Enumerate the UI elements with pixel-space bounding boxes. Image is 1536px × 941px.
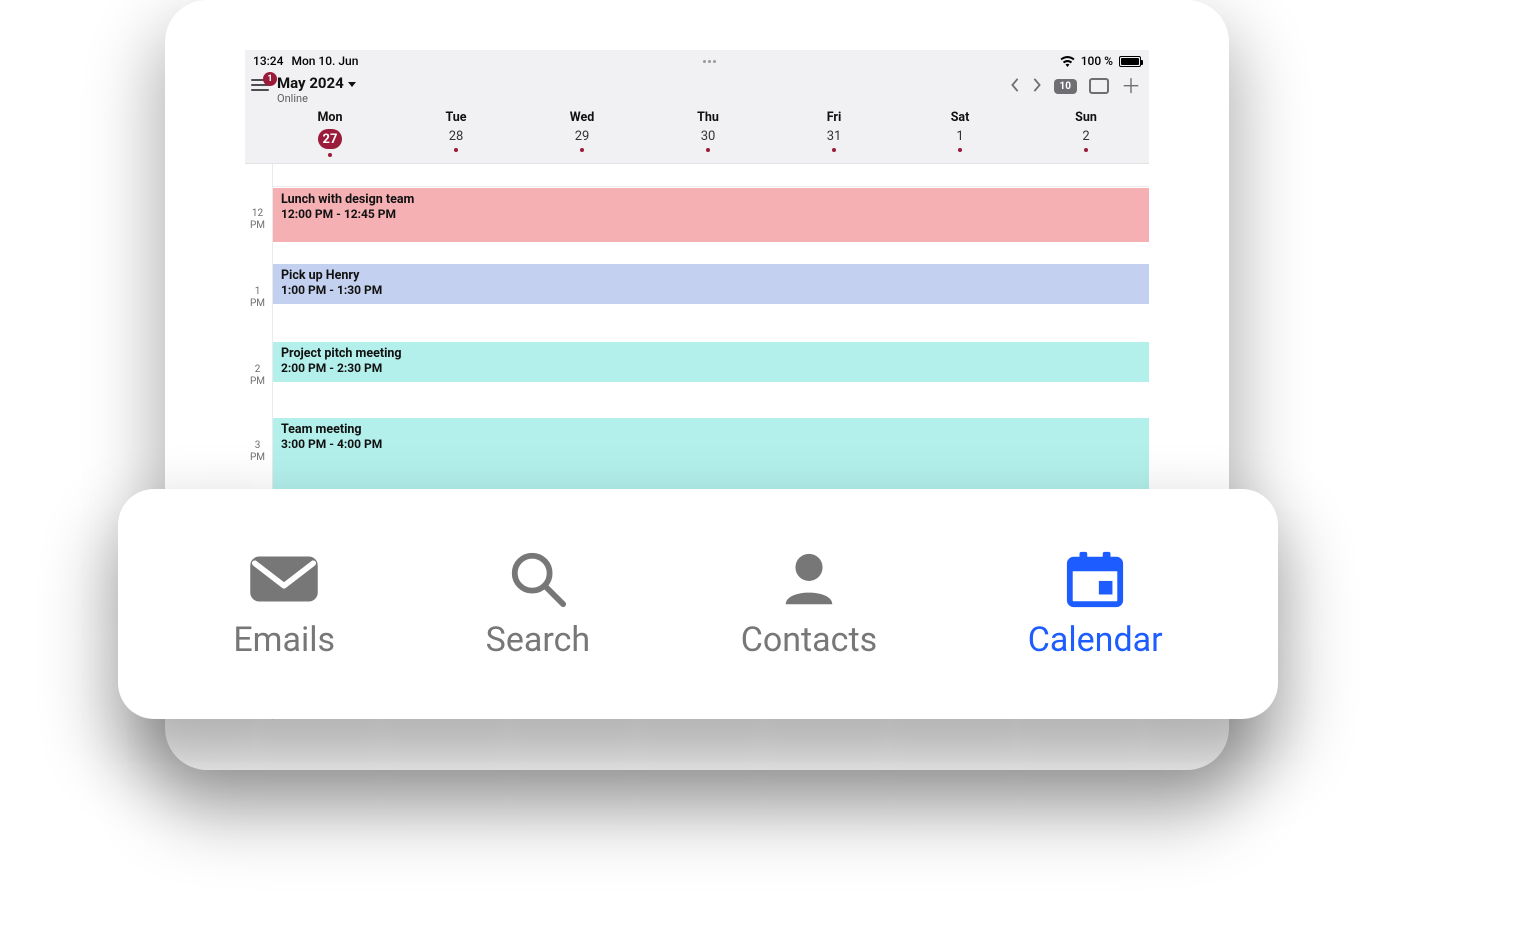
nav-search[interactable]: Search [486, 548, 590, 660]
nav-label: Calendar [1028, 620, 1163, 660]
hour-num: 1 [255, 286, 261, 297]
event-title: Lunch with design team [281, 192, 1141, 207]
drag-indicator-icon [703, 60, 716, 63]
event-time: 1:00 PM - 1:30 PM [281, 283, 1141, 297]
day-column-sun[interactable]: Sun 2 [1023, 106, 1149, 163]
hour-ampm: PM [250, 452, 265, 463]
event-title: Pick up Henry [281, 268, 1141, 283]
hour-num: 2 [255, 364, 261, 375]
event-title: Team meeting [281, 422, 1141, 437]
status-date: Mon 10. Jun [291, 54, 358, 68]
battery-percent: 100 % [1081, 54, 1113, 68]
event-time: 12:00 PM - 12:45 PM [281, 207, 1141, 221]
calendar-icon [1056, 548, 1134, 610]
weekday-header: Mon 27 Tue 28 Wed 29 Thu 30 [245, 106, 1149, 164]
day-name: Wed [570, 110, 595, 125]
day-name: Mon [317, 110, 342, 125]
day-name: Fri [827, 110, 842, 125]
event-dot-icon [454, 148, 458, 152]
calendar-event[interactable]: Project pitch meeting2:00 PM - 2:30 PM [273, 342, 1149, 382]
nav-emails[interactable]: Emails [233, 548, 335, 660]
day-number: 2 [1082, 129, 1089, 144]
event-time: 3:00 PM - 4:00 PM [281, 437, 1141, 451]
event-dot-icon [958, 148, 962, 152]
event-dot-icon [580, 148, 584, 152]
hour-num: 3 [255, 440, 261, 451]
nav-calendar[interactable]: Calendar [1028, 548, 1163, 660]
day-name: Thu [697, 110, 719, 125]
hour-num: 12 [252, 208, 263, 219]
day-number: 1 [956, 129, 963, 144]
day-column-thu[interactable]: Thu 30 [645, 106, 771, 163]
nav-label: Search [486, 620, 590, 660]
calendar-header: 1 May 2024 Online [245, 72, 1149, 106]
day-name: Sat [951, 110, 970, 125]
battery-icon [1119, 56, 1141, 67]
day-name: Sun [1075, 110, 1097, 125]
view-mode-button[interactable] [1089, 78, 1109, 94]
calendar-event[interactable]: Team meeting3:00 PM - 4:00 PM [273, 418, 1149, 494]
day-column-wed[interactable]: Wed 29 [519, 106, 645, 163]
event-dot-icon [706, 148, 710, 152]
event-dot-icon [328, 153, 332, 157]
menu-badge: 1 [263, 72, 277, 86]
day-number: 27 [318, 129, 342, 149]
chevron-down-icon [348, 82, 356, 87]
day-name: Tue [445, 110, 466, 125]
day-number: 31 [827, 129, 842, 144]
event-title: Project pitch meeting [281, 346, 1141, 361]
day-number: 28 [449, 129, 464, 144]
calendar-event[interactable]: Pick up Henry1:00 PM - 1:30 PM [273, 264, 1149, 304]
today-button[interactable]: 10 [1054, 79, 1077, 94]
day-number: 30 [701, 129, 716, 144]
bottom-nav: Emails Search Contacts Calendar [118, 489, 1278, 719]
hour-ampm: PM [250, 298, 265, 309]
nav-contacts[interactable]: Contacts [741, 548, 877, 660]
person-icon [770, 548, 848, 610]
next-week-button[interactable] [1032, 77, 1042, 96]
day-column-tue[interactable]: Tue 28 [393, 106, 519, 163]
day-column-mon[interactable]: Mon 27 [267, 106, 393, 163]
status-time: 13:24 [253, 54, 283, 68]
month-title: May 2024 [277, 74, 344, 92]
month-picker[interactable]: May 2024 [277, 74, 356, 92]
day-column-fri[interactable]: Fri 31 [771, 106, 897, 163]
hour-ampm: PM [250, 376, 265, 387]
hour-ampm: PM [250, 220, 265, 231]
prev-week-button[interactable] [1010, 77, 1020, 96]
mail-icon [245, 548, 323, 610]
event-time: 2:00 PM - 2:30 PM [281, 361, 1141, 375]
nav-label: Emails [233, 620, 335, 660]
search-icon [499, 548, 577, 610]
day-column-sat[interactable]: Sat 1 [897, 106, 1023, 163]
add-event-button[interactable]: ＋ [1121, 76, 1141, 96]
calendar-event[interactable]: Lunch with design team12:00 PM - 12:45 P… [273, 188, 1149, 242]
connection-status: Online [277, 92, 356, 105]
event-dot-icon [1084, 148, 1088, 152]
day-number: 29 [575, 129, 590, 144]
wifi-icon [1060, 56, 1075, 67]
menu-icon[interactable]: 1 [251, 76, 271, 94]
status-bar: 13:24 Mon 10. Jun 100 % [245, 50, 1149, 72]
nav-label: Contacts [741, 620, 877, 660]
event-dot-icon [832, 148, 836, 152]
